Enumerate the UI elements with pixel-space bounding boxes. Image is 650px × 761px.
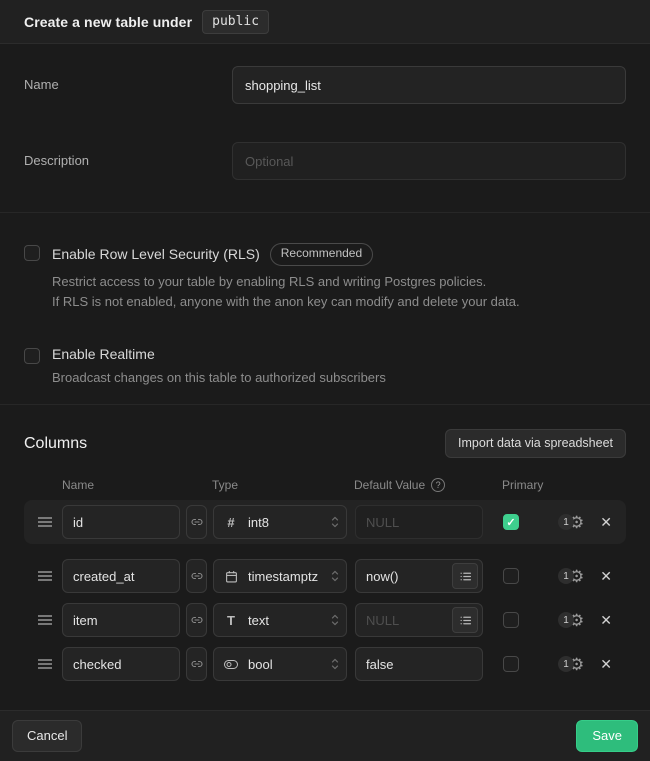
default-value-input[interactable] xyxy=(366,515,478,530)
column-type-select[interactable]: timestamptz xyxy=(213,559,347,593)
default-value-field xyxy=(355,559,483,593)
table-description-input[interactable] xyxy=(232,142,626,180)
default-suggestions-icon[interactable] xyxy=(452,607,478,633)
header-primary: Primary xyxy=(502,478,543,492)
boolean-icon xyxy=(224,658,238,671)
primary-key-checkbox[interactable] xyxy=(503,656,519,672)
column-type-select[interactable]: T text xyxy=(213,603,347,637)
column-name-input[interactable] xyxy=(62,647,180,681)
settings-count-badge: 1 xyxy=(558,568,574,584)
header-default-value: Default Value ? xyxy=(354,478,502,492)
default-value-input[interactable] xyxy=(366,569,452,584)
realtime-description: Broadcast changes on this table to autho… xyxy=(52,368,386,388)
drag-handle-icon[interactable] xyxy=(38,658,52,670)
column-row-item: T text 1 ⚙ ✕ xyxy=(24,598,626,642)
chevron-updown-icon xyxy=(330,569,340,583)
rls-description: Restrict access to your table by enablin… xyxy=(52,272,520,312)
default-suggestions-icon[interactable] xyxy=(452,563,478,589)
table-details-section: Name Description xyxy=(0,44,650,212)
settings-count-badge: 1 xyxy=(558,612,574,628)
column-name-input[interactable] xyxy=(62,559,180,593)
remove-column-icon[interactable]: ✕ xyxy=(600,569,612,583)
dialog-title: Create a new table under xyxy=(24,14,192,30)
dialog-header: Create a new table under public xyxy=(0,0,650,44)
foreign-key-link-icon[interactable] xyxy=(186,603,207,637)
foreign-key-link-icon[interactable] xyxy=(186,647,207,681)
foreign-key-link-icon[interactable] xyxy=(186,559,207,593)
primary-key-checkbox[interactable] xyxy=(503,568,519,584)
columns-grid-header: Name Type Default Value ? Primary xyxy=(24,478,626,492)
description-label: Description xyxy=(24,142,232,180)
help-icon[interactable]: ? xyxy=(431,478,445,492)
save-button[interactable]: Save xyxy=(576,720,638,752)
drag-handle-icon[interactable] xyxy=(38,516,52,528)
columns-section: Columns Import data via spreadsheet Name… xyxy=(0,405,650,710)
dialog-footer: Cancel Save xyxy=(0,710,650,761)
header-type: Type xyxy=(212,478,354,492)
chevron-updown-icon xyxy=(330,613,340,627)
drag-handle-icon[interactable] xyxy=(38,570,52,582)
primary-key-checkbox[interactable]: ✓ xyxy=(503,514,519,530)
settings-count-badge: 1 xyxy=(558,514,574,530)
security-section: Enable Row Level Security (RLS) Recommen… xyxy=(0,213,650,404)
default-value-field xyxy=(355,505,483,539)
column-name-input[interactable] xyxy=(62,505,180,539)
column-type-select[interactable]: # int8 xyxy=(213,505,347,539)
text-icon: T xyxy=(224,613,238,628)
rls-label: Enable Row Level Security (RLS) xyxy=(52,246,260,262)
hash-icon: # xyxy=(224,515,238,530)
create-table-dialog: Create a new table under public Name Des… xyxy=(0,0,650,761)
remove-column-icon[interactable]: ✕ xyxy=(600,515,612,529)
default-value-input[interactable] xyxy=(366,613,452,628)
chevron-updown-icon xyxy=(330,657,340,671)
foreign-key-link-icon[interactable] xyxy=(186,505,207,539)
column-type-select[interactable]: bool xyxy=(213,647,347,681)
column-row-checked: bool 1 ⚙ ✕ xyxy=(24,642,626,686)
column-row-id: # int8 ✓ 1 ⚙ ✕ xyxy=(24,500,626,544)
default-value-input[interactable] xyxy=(366,657,478,672)
schema-badge: public xyxy=(202,10,269,34)
column-row-created-at: timestamptz 1 ⚙ ✕ xyxy=(24,554,626,598)
table-name-input[interactable] xyxy=(232,66,626,104)
calendar-icon xyxy=(224,570,238,583)
columns-title: Columns xyxy=(24,435,87,453)
cancel-button[interactable]: Cancel xyxy=(12,720,82,752)
primary-key-checkbox[interactable] xyxy=(503,612,519,628)
column-name-input[interactable] xyxy=(62,603,180,637)
import-spreadsheet-button[interactable]: Import data via spreadsheet xyxy=(445,429,626,458)
recommended-badge: Recommended xyxy=(270,243,373,266)
drag-handle-icon[interactable] xyxy=(38,614,52,626)
realtime-checkbox[interactable] xyxy=(24,348,40,364)
settings-count-badge: 1 xyxy=(558,656,574,672)
default-value-field xyxy=(355,647,483,681)
rls-checkbox[interactable] xyxy=(24,245,40,261)
default-value-field xyxy=(355,603,483,637)
remove-column-icon[interactable]: ✕ xyxy=(600,657,612,671)
header-name: Name xyxy=(62,478,212,492)
name-label: Name xyxy=(24,66,232,104)
remove-column-icon[interactable]: ✕ xyxy=(600,613,612,627)
realtime-label: Enable Realtime xyxy=(52,346,155,362)
chevron-updown-icon xyxy=(330,515,340,529)
